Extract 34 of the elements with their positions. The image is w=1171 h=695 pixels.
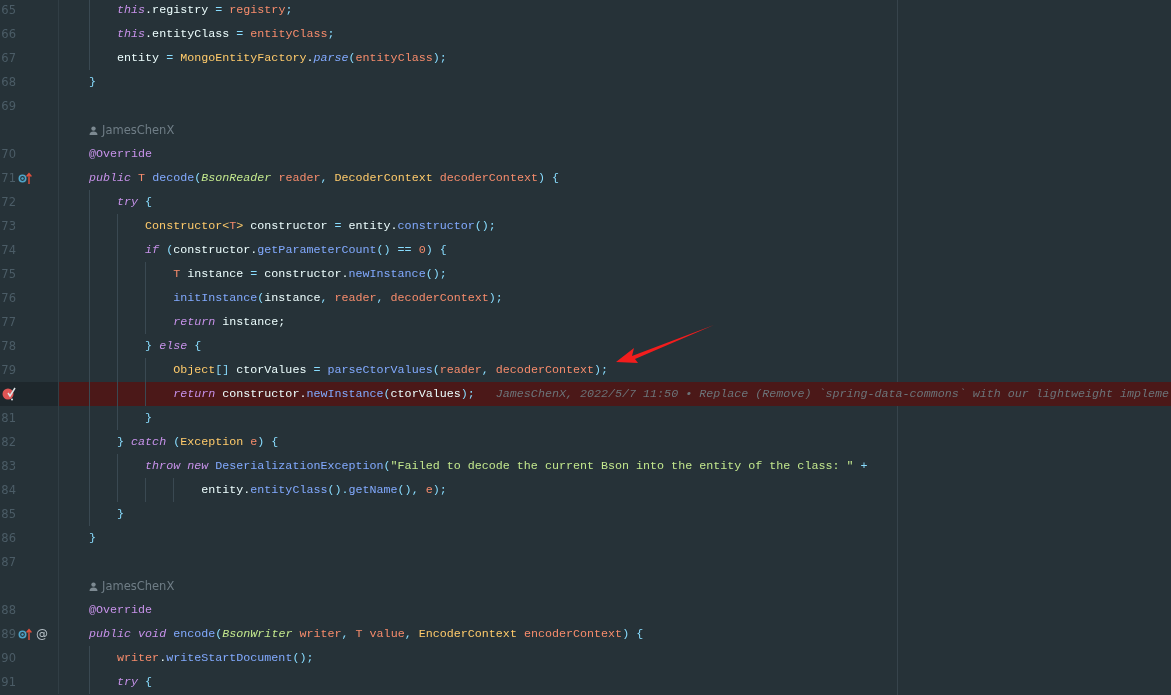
code-line: entity.entityClass().getName(), e); [201, 483, 447, 497]
code-line: } [145, 411, 153, 425]
code-line: try { [117, 195, 153, 209]
annotation-marker: @ [36, 627, 48, 641]
code-line: writer.writeStartDocument(); [117, 651, 314, 665]
code-line: } [89, 531, 96, 545]
person-icon [89, 581, 98, 591]
code-line: throw new DeserializationException("Failed to decode the current Bson into the entity of the class: " + [145, 459, 868, 473]
implements-up-arrow-icon [18, 628, 32, 640]
code-line: @Override [89, 147, 153, 161]
code-line: entity = MongoEntityFactory.parse(entityClass); [117, 51, 447, 65]
implements-up-arrow-icon [18, 172, 32, 184]
code-line: } catch (Exception e) { [117, 435, 279, 449]
code-line: initInstance(instance, reader, decoderContext); [173, 291, 503, 305]
code-line: Constructor<T> constructor = entity.constructor(); [145, 219, 496, 233]
code-line: T instance = constructor.newInstance(); [173, 267, 447, 281]
code-author-hint[interactable]: JamesChenX [102, 579, 175, 593]
code-line: @Override [89, 603, 153, 617]
blame-annotation: JamesChenX, 2022/5/7 11:50 • Replace (Remove) `spring-data-commons` with our lightweight impleme [495, 387, 1170, 401]
code-line: if (constructor.getParameterCount() == 0) { [145, 243, 447, 257]
code-line: public void encode(BsonWriter writer, T value, EncoderContext encoderContext) { [89, 627, 644, 641]
code-line: return constructor.newInstance(ctorValues); [173, 387, 475, 401]
code-line: this.registry = registry; [117, 3, 293, 17]
code-line: this.entityClass = entityClass; [117, 27, 335, 41]
code-line: } [89, 75, 96, 89]
code-line: public T decode(BsonReader reader, DecoderContext decoderContext) { [89, 171, 559, 185]
code-line: } [117, 507, 125, 521]
breakpoint-icon [2, 387, 16, 401]
person-icon [89, 125, 98, 135]
code-line: try { [117, 675, 153, 689]
code-line: } else { [145, 339, 202, 353]
code-author-hint[interactable]: JamesChenX [102, 123, 175, 137]
code-line: return instance; [173, 315, 286, 329]
code-line: Object[] ctorValues = parseCtorValues(reader, decoderContext); [173, 363, 609, 377]
